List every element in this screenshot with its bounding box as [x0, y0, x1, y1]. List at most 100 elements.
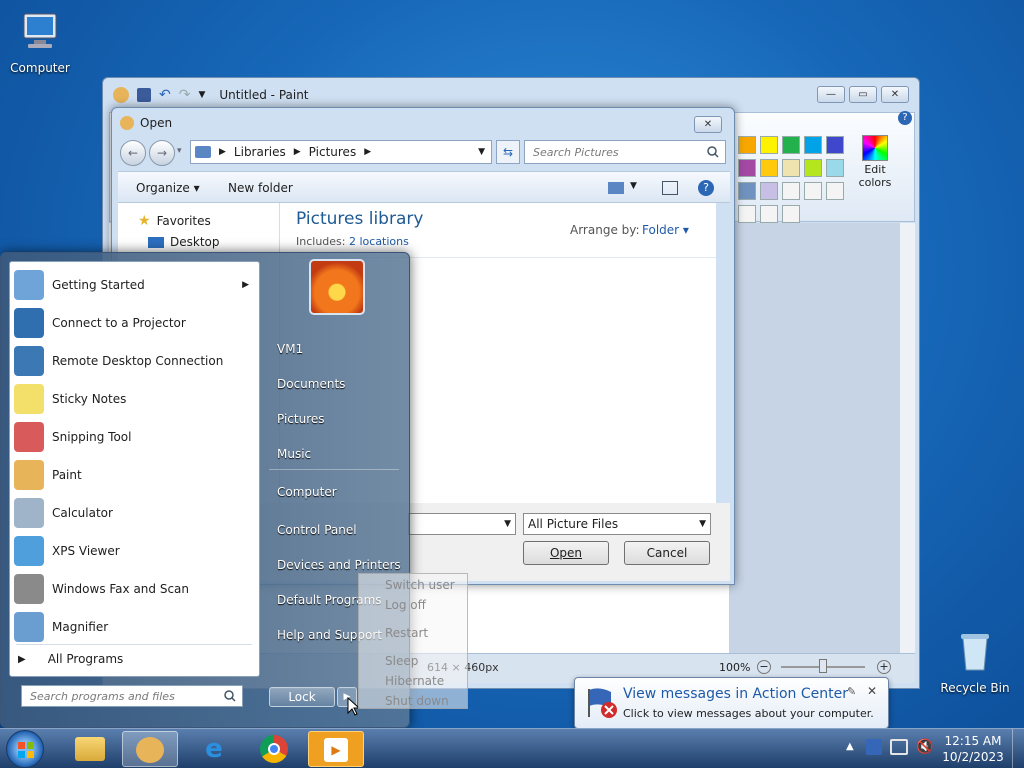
palette-swatch-empty[interactable]: [738, 205, 756, 223]
power-option[interactable]: Shut down: [385, 694, 449, 708]
zoom-out-icon[interactable]: −: [757, 660, 771, 674]
taskbar-explorer[interactable]: [62, 731, 118, 767]
taskbar-paint[interactable]: [122, 731, 178, 767]
save-icon[interactable]: [137, 88, 151, 102]
palette-swatch-empty[interactable]: [782, 205, 800, 223]
power-option[interactable]: Hibernate: [385, 674, 444, 688]
undo-icon[interactable]: ↶: [159, 87, 171, 103]
palette-swatch[interactable]: [738, 182, 756, 200]
notification-close-icon[interactable]: ✕: [867, 684, 877, 698]
program-item[interactable]: Snipping Tool: [10, 418, 259, 456]
program-item[interactable]: Magnifier: [10, 608, 259, 646]
breadcrumb-pictures[interactable]: Pictures: [309, 145, 357, 159]
start-right-item[interactable]: Documents: [277, 377, 345, 391]
palette-swatch[interactable]: [826, 136, 844, 154]
quick-access-dropdown-icon[interactable]: ▼: [198, 90, 205, 100]
start-search-input[interactable]: Search programs and files: [21, 685, 243, 707]
lock-button[interactable]: Lock: [269, 687, 335, 707]
help-icon[interactable]: ?: [698, 180, 714, 196]
forward-button[interactable]: →: [149, 140, 175, 166]
favorites-item[interactable]: ★ Favorites: [138, 213, 211, 229]
palette-swatch[interactable]: [782, 159, 800, 177]
arrange-by-dropdown[interactable]: Folder ▾: [642, 223, 689, 237]
desktop-recycle-bin[interactable]: Recycle Bin: [935, 630, 1015, 695]
program-item[interactable]: Calculator: [10, 494, 259, 532]
minimize-button[interactable]: —: [817, 86, 845, 103]
action-center-tray-icon[interactable]: [866, 739, 882, 755]
cancel-button[interactable]: Cancel: [624, 541, 710, 565]
maximize-button[interactable]: ▭: [849, 86, 877, 103]
palette-swatch[interactable]: [760, 159, 778, 177]
palette-swatch[interactable]: [738, 159, 756, 177]
help-icon[interactable]: ?: [898, 111, 912, 125]
desktop-computer-icon[interactable]: Computer: [0, 10, 80, 75]
paint-app-icon[interactable]: [113, 87, 129, 103]
start-right-item[interactable]: VM1: [277, 342, 303, 356]
address-dropdown-icon[interactable]: ▼: [478, 147, 485, 157]
show-desktop-button[interactable]: [1012, 729, 1024, 768]
notification-title[interactable]: View messages in Action Center: [623, 686, 848, 702]
volume-muted-icon[interactable]: 🔇: [916, 739, 933, 755]
start-right-item[interactable]: Devices and Printers: [277, 558, 401, 572]
network-tray-icon[interactable]: [890, 739, 908, 755]
palette-swatch-empty[interactable]: [826, 182, 844, 200]
power-option[interactable]: Log off: [385, 598, 426, 612]
power-submenu[interactable]: Switch user Log off Restart Sleep Hibernate S…: [358, 573, 468, 709]
clock[interactable]: 12:15 AM 10/2/2023: [940, 733, 1006, 765]
locations-link[interactable]: 2 locations: [349, 235, 409, 248]
user-picture[interactable]: [309, 259, 365, 315]
palette-swatch[interactable]: [804, 136, 822, 154]
taskbar-internet-explorer[interactable]: e: [186, 731, 242, 767]
search-pictures-input[interactable]: Search Pictures: [524, 140, 726, 164]
start-right-item[interactable]: Music: [277, 447, 311, 461]
file-type-select[interactable]: All Picture Files ▼: [523, 513, 711, 535]
back-button[interactable]: ←: [120, 140, 146, 166]
vertical-scrollbar[interactable]: [899, 223, 915, 653]
palette-swatch[interactable]: [760, 136, 778, 154]
power-option[interactable]: Switch user: [385, 578, 455, 592]
program-item[interactable]: Windows Fax and Scan: [10, 570, 259, 608]
edit-colors-button[interactable]: Edit colors: [858, 135, 892, 189]
action-center-notification[interactable]: View messages in Action Center Click to …: [574, 677, 889, 729]
palette-swatch[interactable]: [760, 182, 778, 200]
program-item[interactable]: Remote Desktop Connection: [10, 342, 259, 380]
palette-swatch[interactable]: [826, 159, 844, 177]
wrench-icon[interactable]: ✎: [847, 685, 856, 698]
open-button[interactable]: Open: [523, 541, 609, 565]
change-view-icon[interactable]: [608, 182, 624, 194]
view-dropdown-icon[interactable]: ▼: [630, 181, 637, 191]
power-option[interactable]: Sleep: [385, 654, 418, 668]
program-item[interactable]: Getting Started ▶: [10, 266, 259, 304]
show-hidden-icons[interactable]: ▲: [846, 741, 854, 752]
program-item[interactable]: Connect to a Projector: [10, 304, 259, 342]
start-right-item[interactable]: Computer: [277, 485, 337, 499]
program-item[interactable]: XPS Viewer: [10, 532, 259, 570]
address-bar[interactable]: ▶ Libraries ▶ Pictures ▶ ▼: [190, 140, 492, 164]
dialog-close-button[interactable]: ✕: [694, 116, 722, 133]
submenu-arrow-icon[interactable]: ▶: [242, 280, 249, 290]
breadcrumb-libraries[interactable]: Libraries: [234, 145, 286, 159]
zoom-slider-thumb[interactable]: [819, 659, 827, 673]
palette-swatch[interactable]: [804, 159, 822, 177]
preview-pane-icon[interactable]: [662, 181, 678, 195]
all-programs-item[interactable]: ▶ All Programs: [18, 652, 123, 666]
program-item[interactable]: Sticky Notes: [10, 380, 259, 418]
start-menu[interactable]: Getting Started ▶ Connect to a Projector Re…: [0, 252, 410, 728]
organize-button[interactable]: Organize ▾: [136, 181, 200, 195]
start-button[interactable]: [6, 730, 44, 768]
taskbar-media-player[interactable]: ▶: [308, 731, 364, 767]
palette-swatch-empty[interactable]: [782, 182, 800, 200]
power-option[interactable]: Restart: [385, 626, 428, 640]
refresh-icon[interactable]: ⇆: [496, 140, 520, 164]
filename-input[interactable]: ▼: [408, 513, 516, 535]
new-folder-button[interactable]: New folder: [228, 181, 293, 195]
close-button[interactable]: ✕: [881, 86, 909, 103]
palette-swatch[interactable]: [738, 136, 756, 154]
palette-swatch-empty[interactable]: [760, 205, 778, 223]
palette-swatch-empty[interactable]: [804, 182, 822, 200]
program-item[interactable]: Paint: [10, 456, 259, 494]
file-type-dropdown-icon[interactable]: ▼: [699, 519, 706, 529]
taskbar-chrome[interactable]: [246, 731, 302, 767]
redo-icon[interactable]: ↷: [179, 87, 191, 103]
start-right-item[interactable]: Control Panel: [277, 523, 357, 537]
